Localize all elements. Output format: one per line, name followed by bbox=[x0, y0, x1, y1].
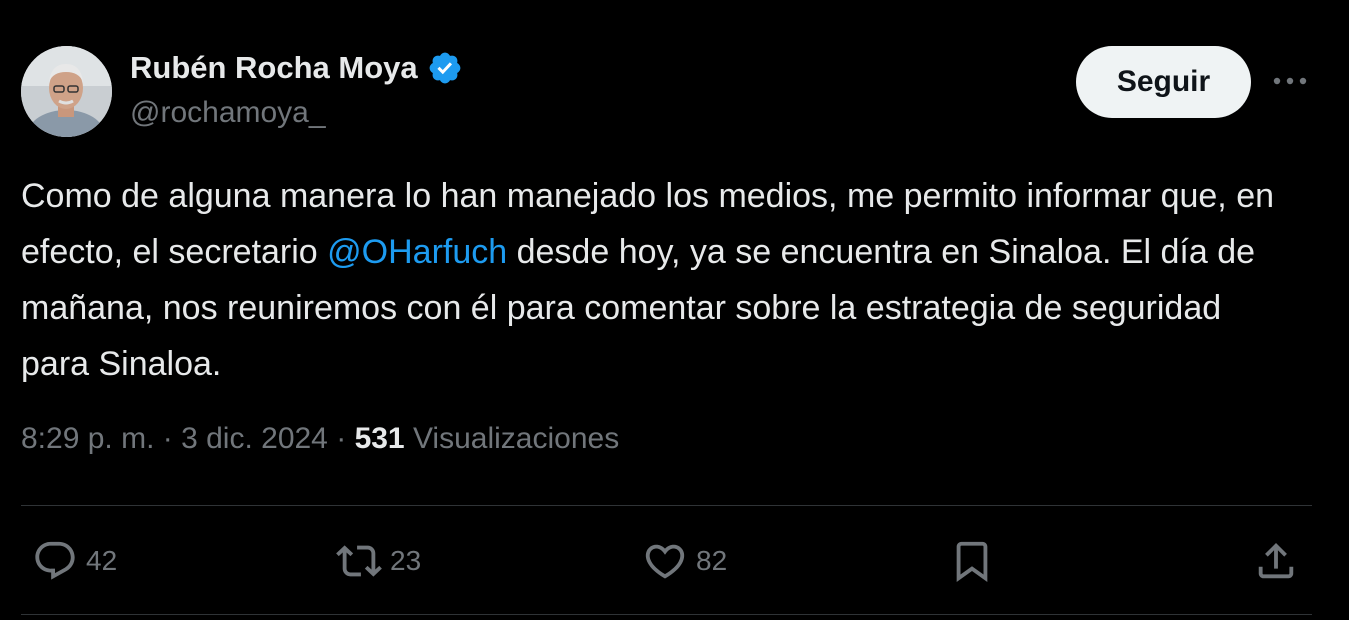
mention-link[interactable]: @OHarfuch bbox=[327, 233, 507, 271]
bookmark-button[interactable] bbox=[949, 535, 995, 587]
tweet-text: Como de alguna manera lo han manejado lo… bbox=[21, 168, 1281, 392]
meta-separator: · bbox=[336, 422, 347, 455]
follow-button[interactable]: Seguir bbox=[1076, 46, 1251, 118]
repost-count: 23 bbox=[390, 545, 422, 576]
views-count: 531 bbox=[354, 422, 405, 455]
share-icon bbox=[1258, 542, 1294, 579]
heart-icon bbox=[645, 544, 685, 579]
tweet-date[interactable]: 3 dic. 2024 bbox=[181, 422, 328, 455]
divider bbox=[21, 505, 1312, 506]
verified-badge-icon[interactable] bbox=[427, 50, 463, 86]
more-horizontal-icon bbox=[1273, 77, 1307, 85]
views-label: Visualizaciones bbox=[412, 422, 620, 455]
like-button[interactable]: 82 bbox=[642, 535, 727, 587]
more-options-button[interactable] bbox=[1272, 66, 1308, 96]
reply-button[interactable]: 42 bbox=[32, 535, 117, 587]
like-count: 82 bbox=[696, 545, 728, 576]
author-handle[interactable]: @rochamoya_ bbox=[130, 96, 326, 130]
repost-button[interactable]: 23 bbox=[336, 535, 421, 587]
reply-icon bbox=[35, 541, 75, 580]
author-name-row[interactable]: Rubén Rocha Moya bbox=[130, 50, 463, 86]
tweet-time[interactable]: 8:29 p. m. bbox=[21, 422, 154, 455]
bookmark-icon bbox=[956, 541, 988, 582]
divider bbox=[21, 614, 1312, 615]
tweet-meta: 8:29 p. m. · 3 dic. 2024 · 531 Visualiza… bbox=[21, 422, 619, 456]
reply-count: 42 bbox=[86, 545, 118, 576]
share-button[interactable] bbox=[1253, 535, 1299, 587]
avatar[interactable] bbox=[21, 46, 112, 137]
repost-icon bbox=[336, 545, 382, 577]
avatar-image bbox=[21, 46, 112, 137]
author-name[interactable]: Rubén Rocha Moya bbox=[130, 50, 418, 86]
meta-separator: · bbox=[162, 422, 173, 455]
